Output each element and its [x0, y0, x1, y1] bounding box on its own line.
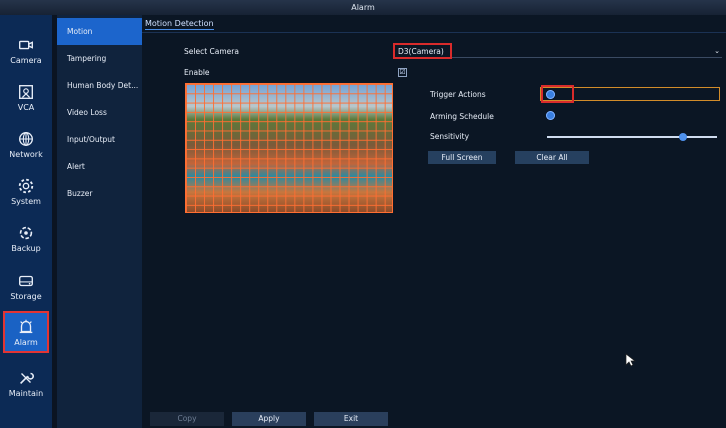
alarm-submenu: Motion Tampering Human Body Det... Video…: [57, 15, 142, 428]
tab-divider: [142, 32, 726, 33]
motion-area-preview[interactable]: [185, 83, 393, 213]
full-screen-button[interactable]: Full Screen: [428, 151, 496, 164]
nav-alarm[interactable]: Alarm: [3, 311, 49, 353]
tab-motion-detection[interactable]: Motion Detection: [145, 19, 214, 30]
camera-icon: [19, 40, 33, 49]
storage-icon: [19, 275, 33, 286]
nav-storage[interactable]: Storage: [3, 265, 49, 307]
nav-vca[interactable]: VCA: [3, 76, 49, 118]
window-title: Alarm: [0, 0, 726, 15]
nav-maintain-label: Maintain: [8, 388, 44, 398]
nav-vca-label: VCA: [17, 102, 35, 112]
camera-select-highlight: [393, 43, 452, 59]
nav-system[interactable]: System: [3, 170, 49, 212]
arming-schedule-label: Arming Schedule: [430, 112, 494, 121]
clear-all-button[interactable]: Clear All: [515, 151, 589, 164]
motion-detection-grid[interactable]: [185, 83, 393, 213]
backup-icon: [19, 226, 33, 239]
enable-checkbox[interactable]: ☑: [398, 68, 407, 77]
nav-camera-label: Camera: [10, 55, 42, 65]
submenu-human-body-detection[interactable]: Human Body Det...: [57, 72, 142, 99]
nav-backup-label: Backup: [11, 243, 41, 253]
sensitivity-slider-thumb[interactable]: [679, 133, 687, 141]
vca-icon: [19, 84, 33, 99]
submenu-buzzer[interactable]: Buzzer: [57, 180, 142, 207]
arming-schedule-gear-icon[interactable]: [546, 111, 555, 120]
nav-network-label: Network: [9, 149, 43, 159]
submenu-alert[interactable]: Alert: [57, 153, 142, 180]
copy-button[interactable]: Copy: [150, 412, 224, 426]
network-icon: [19, 131, 33, 146]
select-camera-label: Select Camera: [184, 47, 239, 56]
trigger-actions-label: Trigger Actions: [430, 90, 486, 99]
submenu-video-loss[interactable]: Video Loss: [57, 99, 142, 126]
nav-maintain[interactable]: Maintain: [3, 362, 49, 404]
nav-system-label: System: [11, 196, 41, 206]
apply-button[interactable]: Apply: [232, 412, 306, 426]
sensitivity-slider[interactable]: [547, 136, 717, 138]
mouse-cursor-icon: [625, 353, 637, 367]
nav-network[interactable]: Network: [3, 123, 49, 165]
submenu-tampering[interactable]: Tampering: [57, 45, 142, 72]
maintain-icon: [20, 372, 34, 384]
nav-storage-label: Storage: [10, 291, 42, 301]
motion-detection-panel: Motion Detection Select Camera D3(Camera…: [142, 15, 726, 428]
nav-alarm-label: Alarm: [14, 337, 38, 347]
nav-camera[interactable]: Camera: [3, 29, 49, 71]
trigger-actions-highlight: [541, 85, 574, 103]
chevron-down-icon: ⌄: [714, 47, 720, 55]
enable-label: Enable: [184, 68, 210, 77]
submenu-input-output[interactable]: Input/Output: [57, 126, 142, 153]
alarm-icon: [19, 319, 33, 333]
main-nav: Camera VCA Network System Backup Storage…: [0, 15, 52, 428]
nav-backup[interactable]: Backup: [3, 217, 49, 259]
submenu-motion[interactable]: Motion: [57, 18, 142, 45]
system-icon: [18, 178, 34, 193]
sensitivity-label: Sensitivity: [430, 132, 470, 141]
exit-button[interactable]: Exit: [314, 412, 388, 426]
